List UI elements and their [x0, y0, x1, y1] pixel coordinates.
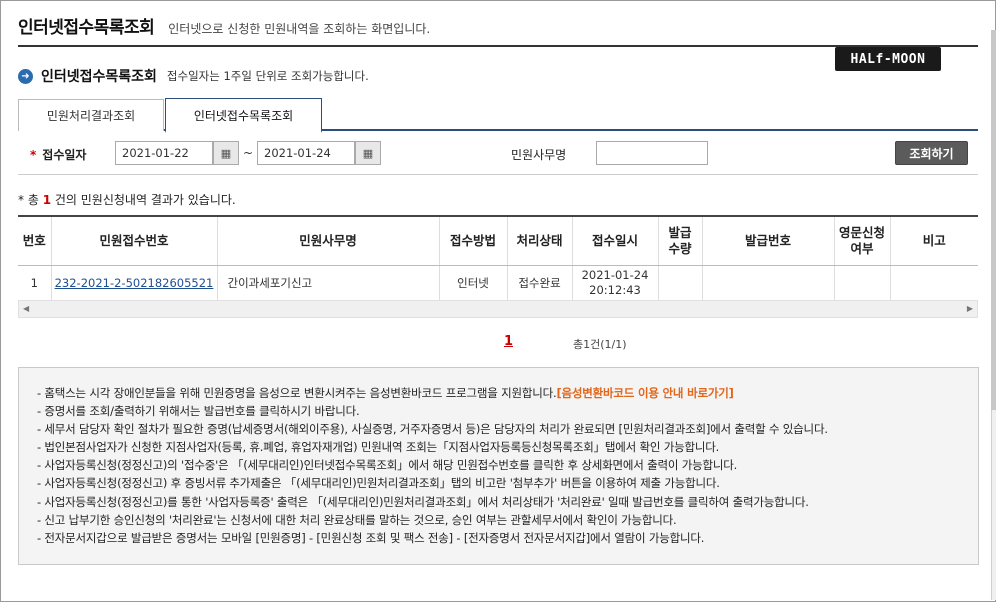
cell-time: 20:12:43: [589, 283, 641, 297]
notice-text: - 홈택스는 시각 장애인분들을 위해 민원증명을 음성으로 변환시켜주는 음성…: [37, 386, 557, 400]
cell-issue-no: [701, 265, 834, 302]
col-header-issue-no: 발급번호: [701, 215, 834, 266]
date-label: 접수일자: [42, 148, 87, 162]
section-title: 인터넷접수목록조회: [41, 69, 157, 85]
cell-no: 1: [18, 265, 51, 302]
notice-item: - 세무서 담당자 확인 절차가 필요한 증명(납세증명서(해외이주용), 사실…: [37, 422, 828, 437]
date-to-input[interactable]: 2021-01-24: [257, 141, 355, 165]
scroll-left-icon[interactable]: ◀: [23, 304, 29, 313]
cell-receipt-no: 232-2021-2-502182605521: [50, 265, 217, 302]
arrow-circle-icon: ➜: [18, 68, 33, 84]
tab-bar: 민원처리결과조회 인터넷접수목록조회: [18, 98, 978, 133]
receipt-no-link[interactable]: 232-2021-2-502182605521: [55, 276, 214, 290]
cell-affair: 간이과세포기신고: [216, 265, 439, 302]
search-panel: * 접수일자 2021-01-22 ▦ ~ 2021-01-24 ▦ 민원사무명 …: [18, 131, 978, 175]
date-range-separator: ~: [243, 146, 254, 160]
page-title: 인터넷접수목록조회: [18, 18, 155, 38]
cell-method: 인터넷: [438, 265, 507, 302]
section-header: ➜ 인터넷접수목록조회 접수일자는 1주일 단위로 조회가능합니다.: [18, 66, 369, 86]
notice-item: - 증명서를 조회/출력하기 위해서는 발급번호를 클릭하시기 바랍니다.: [37, 404, 360, 419]
result-prefix: * 총: [18, 193, 39, 207]
notice-item: - 사업자등록신청(정정신고)를 통한 '사업자등록증' 출력은 「(세무대리인…: [37, 494, 809, 509]
half-moon-logo: HALf-MOON: [835, 47, 941, 71]
col-header-english: 영문신청 여부: [833, 215, 890, 266]
col-header-no: 번호: [18, 215, 51, 266]
date-from-input[interactable]: 2021-01-22: [115, 141, 213, 165]
tab-internet-receipt-list[interactable]: 인터넷접수목록조회: [165, 98, 322, 133]
notice-item: - 법인본점사업자가 신청한 지점사업자(등록, 휴.폐업, 휴업자재개업) 민…: [37, 440, 720, 455]
section-note: 접수일자는 1주일 단위로 조회가능합니다.: [166, 69, 369, 83]
col-header-issue-qty: 발급 수량: [657, 215, 702, 266]
result-summary: * 총 1 건의 민원신청내역 결과가 있습니다.: [18, 191, 236, 208]
page-header: 인터넷접수목록조회 인터넷으로 신청한 민원내역을 조회하는 화면입니다.: [18, 13, 978, 47]
notice-item: - 홈택스는 시각 장애인분들을 위해 민원증명을 음성으로 변환시켜주는 음성…: [37, 384, 978, 402]
page-subtitle: 인터넷으로 신청한 민원내역을 조회하는 화면입니다.: [168, 22, 431, 36]
table-row: 1 232-2021-2-502182605521 간이과세포기신고 인터넷 접…: [18, 265, 978, 302]
vertical-scrollbar-thumb[interactable]: [991, 30, 996, 410]
cell-date: 2021-01-24: [581, 268, 649, 282]
horizontal-scrollbar[interactable]: ◀ ▶: [18, 300, 978, 318]
required-mark: *: [30, 148, 37, 162]
col-header-method: 접수방법: [438, 215, 507, 266]
calendar-icon[interactable]: ▦: [355, 141, 381, 165]
result-count: 1: [42, 193, 52, 207]
col-header-remark: 비고: [889, 215, 978, 266]
affair-label: 민원사무명: [511, 148, 567, 162]
calendar-icon[interactable]: ▦: [213, 141, 239, 165]
barcode-guide-link[interactable]: [음성변환바코드 이용 안내 바로가기]: [556, 386, 733, 400]
cell-remark: [889, 265, 978, 302]
notice-item: - 사업자등록신청(정정신고) 후 증빙서류 추가제출은 「(세무대리인)민원처…: [37, 476, 720, 491]
notice-box: - 홈택스는 시각 장애인분들을 위해 민원증명을 음성으로 변환시켜주는 음성…: [18, 367, 979, 565]
page-total: 총1건(1/1): [573, 338, 627, 351]
col-header-datetime: 접수일시: [571, 215, 658, 266]
result-suffix: 건의 민원신청내역 결과가 있습니다.: [54, 193, 236, 207]
col-header-affair: 민원사무명: [216, 215, 439, 266]
table-header-row: 번호 민원접수번호 민원사무명 접수방법 처리상태 접수일시 발급 수량 발급번…: [18, 215, 978, 266]
affair-name-input[interactable]: [596, 141, 708, 165]
cell-issue-qty: [657, 265, 702, 302]
scroll-right-icon[interactable]: ▶: [967, 304, 973, 313]
notice-item: - 신고 납부기한 승인신청의 '처리완료'는 신청서에 대한 처리 완료상태를…: [37, 512, 677, 527]
notice-item: - 사업자등록신청(정정신고)의 '접수중'은 「(세무대리인)인터넷접수목록조…: [37, 458, 738, 473]
notice-item: - 전자문서지갑으로 발급받은 증명서는 모바일 [민원증명] - [민원신청 …: [37, 530, 705, 545]
col-header-status: 처리상태: [506, 215, 572, 266]
receipt-table: 번호 민원접수번호 민원사무명 접수방법 처리상태 접수일시 발급 수량 발급번…: [18, 215, 978, 302]
date-label-wrap: * 접수일자: [30, 146, 86, 163]
tab-result-inquiry[interactable]: 민원처리결과조회: [18, 99, 164, 131]
cell-english: [833, 265, 890, 302]
page-number-current[interactable]: 1: [504, 334, 513, 349]
cell-status: 접수완료: [506, 265, 572, 302]
cell-datetime: 2021-01-24 20:12:43: [571, 265, 658, 302]
search-button[interactable]: 조회하기: [895, 141, 968, 165]
col-header-receipt-no: 민원접수번호: [50, 215, 217, 266]
